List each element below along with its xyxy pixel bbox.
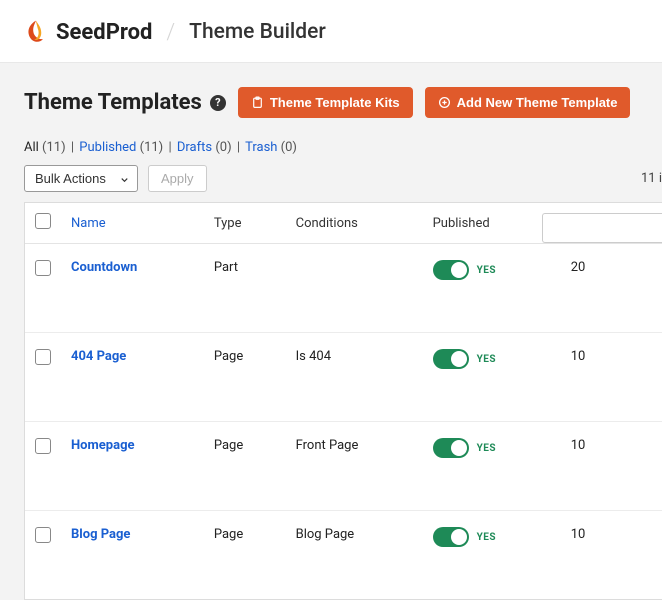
page-title: Theme Templates ? [24, 90, 226, 115]
select-all-header [25, 203, 61, 244]
published-toggle[interactable]: YES [433, 349, 496, 369]
row-conditions-cell [286, 244, 423, 333]
page-body: Theme Templates ? Theme Template Kits Ad… [0, 63, 662, 600]
seedprod-icon [22, 18, 50, 46]
brand-name: SeedProd [56, 20, 152, 45]
bulk-action-row: Bulk Actions Apply 11 i [24, 165, 662, 192]
toggle-knob [451, 529, 467, 545]
theme-template-kits-button[interactable]: Theme Template Kits [238, 87, 413, 118]
row-priority-cell: 10 [561, 422, 662, 511]
brand-logo[interactable]: SeedProd [22, 18, 152, 46]
row-priority-cell: 20 [561, 244, 662, 333]
row-published-cell: YES [423, 422, 561, 511]
row-conditions-cell: Front Page [286, 422, 423, 511]
status-filter-bar: All (11) | Published (11) | Drafts (0) |… [24, 140, 662, 155]
select-all-checkbox[interactable] [35, 213, 51, 229]
template-name-link[interactable]: Blog Page [71, 527, 130, 542]
bulk-action-select-wrap: Bulk Actions [24, 165, 138, 192]
row-type-cell: Page [204, 511, 286, 600]
filter-drafts[interactable]: Drafts [177, 140, 212, 155]
toggle-knob [451, 351, 467, 367]
row-type-cell: Page [204, 333, 286, 422]
bulk-action-select[interactable]: Bulk Actions [24, 165, 138, 192]
plus-circle-icon [438, 96, 451, 109]
filter-separator: | [237, 140, 240, 155]
button-label: Theme Template Kits [270, 95, 400, 110]
col-name[interactable]: Name [61, 203, 204, 244]
row-check-cell [25, 422, 61, 511]
toggle-label: YES [477, 443, 496, 454]
templates-table: Name Type Conditions Published Priority … [24, 202, 662, 600]
col-type: Type [204, 203, 286, 244]
table-row: 404 Page PageIs 404 YES 10 [25, 333, 662, 422]
row-checkbox[interactable] [35, 260, 51, 276]
col-published: Published [423, 203, 561, 244]
row-name-cell: 404 Page [61, 333, 204, 422]
published-toggle[interactable]: YES [433, 527, 496, 547]
breadcrumb-divider-icon: / [166, 20, 175, 45]
filter-separator: | [168, 140, 171, 155]
topbar: SeedProd / Theme Builder [0, 0, 662, 63]
add-new-template-button[interactable]: Add New Theme Template [425, 87, 631, 118]
filter-trash[interactable]: Trash [245, 140, 277, 155]
toggle-track [433, 260, 469, 280]
row-check-cell [25, 511, 61, 600]
button-label: Add New Theme Template [457, 95, 618, 110]
row-type-cell: Part [204, 244, 286, 333]
filter-drafts-count: (0) [215, 140, 231, 155]
apply-button[interactable]: Apply [148, 165, 207, 192]
row-checkbox[interactable] [35, 438, 51, 454]
filter-published-count: (11) [140, 140, 164, 155]
table-row: Homepage PageFront Page YES 10 [25, 422, 662, 511]
toggle-label: YES [477, 354, 496, 365]
row-name-cell: Blog Page [61, 511, 204, 600]
filter-trash-count: (0) [281, 140, 297, 155]
published-toggle[interactable]: YES [433, 438, 496, 458]
row-published-cell: YES [423, 244, 561, 333]
row-priority-cell: 10 [561, 333, 662, 422]
row-published-cell: YES [423, 333, 561, 422]
filter-all[interactable]: All [24, 140, 39, 155]
toggle-track [433, 527, 469, 547]
items-count: 11 i [641, 171, 662, 186]
template-name-link[interactable]: Countdown [71, 260, 137, 275]
toggle-track [433, 349, 469, 369]
filter-published[interactable]: Published [79, 140, 136, 155]
col-conditions: Conditions [286, 203, 423, 244]
toggle-label: YES [477, 265, 496, 276]
row-checkbox[interactable] [35, 527, 51, 543]
row-priority-cell: 10 [561, 511, 662, 600]
search-input[interactable] [542, 213, 662, 243]
row-conditions-cell: Blog Page [286, 511, 423, 600]
table-row: Blog PagePageBlog PageYES10 [25, 511, 662, 600]
filter-separator: | [71, 140, 74, 155]
breadcrumb: Theme Builder [189, 20, 326, 44]
row-conditions-cell: Is 404 [286, 333, 423, 422]
row-type-cell: Page [204, 422, 286, 511]
toggle-knob [451, 440, 467, 456]
row-name-cell: Countdown [61, 244, 204, 333]
toggle-knob [451, 262, 467, 278]
published-toggle[interactable]: YES [433, 260, 496, 280]
clipboard-icon [251, 96, 264, 109]
toggle-track [433, 438, 469, 458]
filter-all-count: (11) [42, 140, 66, 155]
row-published-cell: YES [423, 511, 561, 600]
row-name-cell: Homepage [61, 422, 204, 511]
help-icon[interactable]: ? [210, 95, 226, 111]
template-name-link[interactable]: Homepage [71, 438, 135, 453]
row-check-cell [25, 244, 61, 333]
template-name-link[interactable]: 404 Page [71, 349, 126, 364]
row-checkbox[interactable] [35, 349, 51, 365]
table-row: Countdown Part YES 20 [25, 244, 662, 333]
page-title-text: Theme Templates [24, 90, 202, 115]
row-check-cell [25, 333, 61, 422]
toggle-label: YES [477, 532, 496, 543]
heading-row: Theme Templates ? Theme Template Kits Ad… [24, 87, 662, 118]
